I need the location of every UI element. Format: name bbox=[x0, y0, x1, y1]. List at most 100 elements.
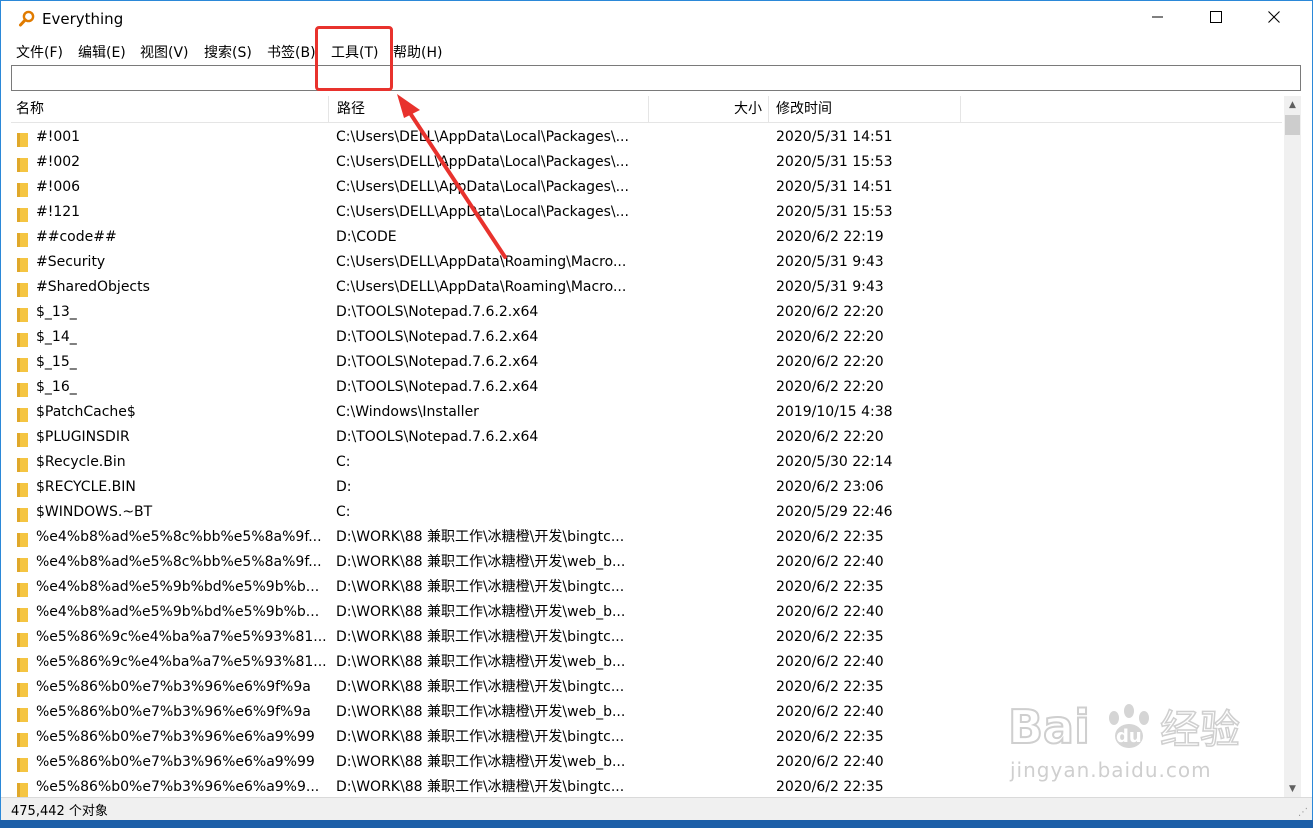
file-row[interactable]: #Security C:\Users\DELL\AppData\Roaming\… bbox=[11, 250, 1282, 275]
row-modified: 2020/6/2 22:40 bbox=[776, 554, 884, 570]
maximize-button[interactable] bbox=[1187, 0, 1245, 38]
file-row[interactable]: #!002 C:\Users\DELL\AppData\Local\Packag… bbox=[11, 150, 1282, 175]
search-box[interactable] bbox=[11, 65, 1301, 91]
row-path: D:\WORK\88 兼职工作\冰糖橙\开发\web_b... bbox=[336, 654, 626, 670]
file-row[interactable]: #SharedObjects C:\Users\DELL\AppData\Roa… bbox=[11, 275, 1282, 300]
folder-icon bbox=[17, 181, 28, 197]
row-path: D: bbox=[336, 479, 352, 495]
row-name: #!002 bbox=[36, 154, 81, 170]
file-row[interactable]: %e5%86%b0%e7%b3%96%e6%a9%99 D:\WORK\88 兼… bbox=[11, 750, 1282, 775]
row-name: %e5%86%b0%e7%b3%96%e6%a9%99 bbox=[36, 729, 315, 745]
file-row[interactable]: $_15_ D:\TOOLS\Notepad.7.6.2.x64 2020/6/… bbox=[11, 350, 1282, 375]
scroll-up-arrow-icon[interactable]: ▲ bbox=[1284, 96, 1301, 113]
folder-icon bbox=[17, 481, 28, 497]
folder-icon bbox=[17, 356, 28, 372]
vertical-scrollbar[interactable]: ▲ ▼ bbox=[1284, 96, 1301, 797]
row-modified: 2020/6/2 22:35 bbox=[776, 729, 884, 745]
row-path: C:\Users\DELL\AppData\Local\Packages\... bbox=[336, 204, 629, 220]
row-path: D:\WORK\88 兼职工作\冰糖橙\开发\bingtc... bbox=[336, 579, 625, 595]
folder-icon bbox=[17, 231, 28, 247]
column-header-path[interactable]: 路径 bbox=[329, 96, 649, 122]
row-name: %e4%b8%ad%e5%8c%bb%e5%8a%9f... bbox=[36, 529, 322, 545]
row-modified: 2020/5/31 14:51 bbox=[776, 129, 893, 145]
folder-icon bbox=[17, 606, 28, 622]
folder-icon bbox=[17, 256, 28, 272]
file-row[interactable]: %e4%b8%ad%e5%9b%bd%e5%9b%b... D:\WORK\88… bbox=[11, 600, 1282, 625]
column-header-name[interactable]: 名称 bbox=[11, 96, 329, 122]
row-modified: 2020/6/2 22:20 bbox=[776, 304, 884, 320]
title-bar[interactable]: Everything bbox=[0, 0, 1313, 38]
file-row[interactable]: $_14_ D:\TOOLS\Notepad.7.6.2.x64 2020/6/… bbox=[11, 325, 1282, 350]
row-path: D:\TOOLS\Notepad.7.6.2.x64 bbox=[336, 379, 539, 395]
folder-icon bbox=[17, 781, 28, 797]
file-row[interactable]: %e5%86%b0%e7%b3%96%e6%a9%9... D:\WORK\88… bbox=[11, 775, 1282, 797]
row-modified: 2020/6/2 22:35 bbox=[776, 579, 884, 595]
row-path: D:\TOOLS\Notepad.7.6.2.x64 bbox=[336, 304, 539, 320]
row-path: C:\Users\DELL\AppData\Roaming\Macro... bbox=[336, 254, 627, 270]
column-header-size[interactable]: 大小 bbox=[649, 96, 769, 122]
folder-icon bbox=[17, 556, 28, 572]
file-row[interactable]: $Recycle.Bin C: 2020/5/30 22:14 bbox=[11, 450, 1282, 475]
row-name: %e5%86%9c%e4%ba%a7%e5%93%81... bbox=[36, 654, 327, 670]
file-row[interactable]: $WINDOWS.~BT C: 2020/5/29 22:46 bbox=[11, 500, 1282, 525]
row-path: D:\WORK\88 兼职工作\冰糖橙\开发\bingtc... bbox=[336, 629, 625, 645]
folder-icon bbox=[17, 156, 28, 172]
row-name: $_15_ bbox=[36, 354, 77, 370]
row-name: %e5%86%b0%e7%b3%96%e6%9f%9a bbox=[36, 704, 311, 720]
folder-icon bbox=[17, 131, 28, 147]
row-name: %e5%86%9c%e4%ba%a7%e5%93%81... bbox=[36, 629, 327, 645]
file-row[interactable]: #!006 C:\Users\DELL\AppData\Local\Packag… bbox=[11, 175, 1282, 200]
row-modified: 2020/6/2 22:35 bbox=[776, 629, 884, 645]
file-row[interactable]: %e5%86%b0%e7%b3%96%e6%a9%99 D:\WORK\88 兼… bbox=[11, 725, 1282, 750]
folder-icon bbox=[17, 731, 28, 747]
search-input[interactable] bbox=[12, 66, 1300, 90]
file-row[interactable]: $PLUGINSDIR D:\TOOLS\Notepad.7.6.2.x64 2… bbox=[11, 425, 1282, 450]
row-path: D:\TOOLS\Notepad.7.6.2.x64 bbox=[336, 354, 539, 370]
file-row[interactable]: $_16_ D:\TOOLS\Notepad.7.6.2.x64 2020/6/… bbox=[11, 375, 1282, 400]
file-row[interactable]: %e4%b8%ad%e5%9b%bd%e5%9b%b... D:\WORK\88… bbox=[11, 575, 1282, 600]
folder-icon bbox=[17, 431, 28, 447]
window-title: Everything bbox=[42, 10, 124, 28]
column-header-modified[interactable]: 修改时间 bbox=[769, 96, 961, 122]
file-row[interactable]: %e5%86%9c%e4%ba%a7%e5%93%81... D:\WORK\8… bbox=[11, 650, 1282, 675]
row-modified: 2020/5/30 22:14 bbox=[776, 454, 893, 470]
folder-icon bbox=[17, 656, 28, 672]
file-row[interactable]: ##code## D:\CODE 2020/6/2 22:19 bbox=[11, 225, 1282, 250]
row-modified: 2020/5/31 9:43 bbox=[776, 279, 884, 295]
scrollbar-thumb[interactable] bbox=[1285, 115, 1300, 135]
minimize-button[interactable] bbox=[1129, 0, 1187, 38]
row-modified: 2020/5/31 15:53 bbox=[776, 204, 893, 220]
menu-help[interactable]: 帮助(H) bbox=[393, 42, 442, 62]
column-header: 名称 路径 大小 修改时间 bbox=[11, 96, 1282, 123]
menu-bar: 文件(F) 编辑(E) 视图(V) 搜索(S) 书签(B) 工具(T) 帮助(H… bbox=[0, 38, 1313, 64]
row-modified: 2020/6/2 22:40 bbox=[776, 704, 884, 720]
file-row[interactable]: #!001 C:\Users\DELL\AppData\Local\Packag… bbox=[11, 125, 1282, 150]
resize-grip-icon[interactable]: ⋰ bbox=[1298, 807, 1308, 818]
menu-bookmarks[interactable]: 书签(B) bbox=[267, 42, 316, 62]
object-count: 475,442 个对象 bbox=[11, 804, 108, 819]
row-name: #Security bbox=[36, 254, 106, 270]
menu-file[interactable]: 文件(F) bbox=[16, 42, 63, 62]
close-icon bbox=[1268, 11, 1280, 27]
folder-icon bbox=[17, 456, 28, 472]
file-row[interactable]: $PatchCache$ C:\Windows\Installer 2019/1… bbox=[11, 400, 1282, 425]
file-row[interactable]: %e5%86%b0%e7%b3%96%e6%9f%9a D:\WORK\88 兼… bbox=[11, 700, 1282, 725]
row-modified: 2020/6/2 22:20 bbox=[776, 329, 884, 345]
file-row[interactable]: $RECYCLE.BIN D: 2020/6/2 23:06 bbox=[11, 475, 1282, 500]
row-path: D:\WORK\88 兼职工作\冰糖橙\开发\web_b... bbox=[336, 554, 626, 570]
scroll-down-arrow-icon[interactable]: ▼ bbox=[1284, 780, 1301, 797]
file-row[interactable]: %e5%86%b0%e7%b3%96%e6%9f%9a D:\WORK\88 兼… bbox=[11, 675, 1282, 700]
folder-icon bbox=[17, 506, 28, 522]
menu-edit[interactable]: 编辑(E) bbox=[78, 42, 126, 62]
menu-view[interactable]: 视图(V) bbox=[140, 42, 189, 62]
file-row[interactable]: %e4%b8%ad%e5%8c%bb%e5%8a%9f... D:\WORK\8… bbox=[11, 550, 1282, 575]
close-button[interactable] bbox=[1245, 0, 1303, 38]
row-modified: 2020/6/2 22:35 bbox=[776, 779, 884, 795]
file-row[interactable]: $_13_ D:\TOOLS\Notepad.7.6.2.x64 2020/6/… bbox=[11, 300, 1282, 325]
row-name: $_16_ bbox=[36, 379, 77, 395]
file-row[interactable]: #!121 C:\Users\DELL\AppData\Local\Packag… bbox=[11, 200, 1282, 225]
row-modified: 2020/6/2 23:06 bbox=[776, 479, 884, 495]
file-row[interactable]: %e5%86%9c%e4%ba%a7%e5%93%81... D:\WORK\8… bbox=[11, 625, 1282, 650]
menu-search[interactable]: 搜索(S) bbox=[204, 42, 252, 62]
file-row[interactable]: %e4%b8%ad%e5%8c%bb%e5%8a%9f... D:\WORK\8… bbox=[11, 525, 1282, 550]
